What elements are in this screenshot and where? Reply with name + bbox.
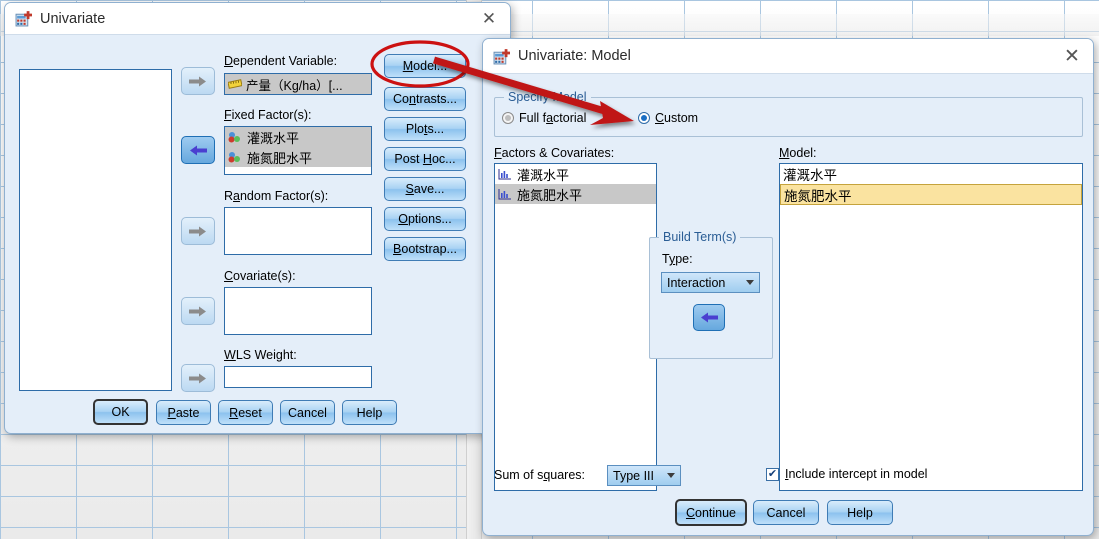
move-to-fixed-factors-button[interactable] bbox=[181, 136, 215, 164]
list-item[interactable]: 施氮肥水平 bbox=[780, 184, 1082, 205]
list-item-label: 施氮肥水平 bbox=[517, 185, 582, 204]
univariate-model-dialog: Univariate: Model ✕ Specify Model Full f… bbox=[482, 38, 1094, 536]
nominal-icon bbox=[228, 131, 242, 143]
list-item[interactable]: 施氮肥水平 bbox=[495, 184, 656, 204]
save-button[interactable]: Save... bbox=[384, 177, 466, 201]
fixed-factors-label: Fixed Factor(s): bbox=[224, 108, 312, 122]
build-terms-type-combo[interactable]: Interaction bbox=[661, 272, 760, 293]
list-item-label: 灌溉水平 bbox=[247, 128, 299, 147]
wls-weight-field[interactable] bbox=[224, 366, 372, 388]
spss-dialog-icon bbox=[493, 48, 510, 65]
scale-variable-icon bbox=[498, 168, 512, 180]
move-to-wls-weight-button[interactable] bbox=[181, 364, 215, 392]
build-terms-group: Build Term(s) Type: Interaction bbox=[649, 237, 773, 359]
contrasts-button[interactable]: Contrasts... bbox=[384, 87, 466, 111]
chevron-down-icon bbox=[746, 280, 754, 285]
specify-model-group: Specify Model Full factorial Custom bbox=[494, 97, 1083, 137]
radio-indicator bbox=[502, 112, 514, 124]
move-to-random-factors-button[interactable] bbox=[181, 217, 215, 245]
list-item-label: 灌溉水平 bbox=[783, 164, 837, 184]
model-list[interactable]: 灌溉水平 施氮肥水平 bbox=[779, 163, 1083, 491]
build-terms-type-value: Interaction bbox=[667, 276, 725, 290]
post-hoc-button[interactable]: Post Hoc... bbox=[384, 147, 466, 171]
full-factorial-radio[interactable]: Full factorial bbox=[502, 111, 586, 125]
reset-button[interactable]: Reset bbox=[218, 400, 273, 425]
plots-button[interactable]: Plots... bbox=[384, 117, 466, 141]
arrow-right-icon bbox=[189, 225, 207, 238]
univariate-title: Univariate bbox=[40, 11, 476, 27]
build-terms-group-label: Build Term(s) bbox=[659, 230, 740, 244]
help-button[interactable]: Help bbox=[342, 400, 397, 425]
covariates-list[interactable] bbox=[224, 287, 372, 335]
sum-of-squares-combo[interactable]: Type III bbox=[607, 465, 681, 486]
univariate-dialog: Univariate ✕ DDependent Variable:ependen… bbox=[4, 2, 511, 434]
list-item-label: 灌溉水平 bbox=[517, 165, 569, 184]
help-button-label: Help bbox=[357, 406, 383, 420]
move-to-covariates-button[interactable] bbox=[181, 297, 215, 325]
list-item[interactable]: 灌溉水平 bbox=[780, 164, 1082, 184]
sum-of-squares-label: Sum of squares: bbox=[494, 468, 585, 482]
close-icon[interactable]: ✕ bbox=[1059, 44, 1085, 68]
dependent-variable-field[interactable]: 产量（Kg/ha）[... bbox=[224, 73, 372, 95]
close-icon[interactable]: ✕ bbox=[476, 7, 502, 31]
checkbox-indicator: ✔ bbox=[766, 468, 779, 481]
model-dialog-title: Univariate: Model bbox=[518, 48, 1059, 64]
covariates-label: Covariate(s): bbox=[224, 269, 296, 283]
arrow-left-icon bbox=[700, 311, 718, 324]
sum-of-squares-value: Type III bbox=[613, 469, 654, 483]
univariate-titlebar[interactable]: Univariate ✕ bbox=[5, 3, 510, 35]
continue-button[interactable]: Continue bbox=[675, 499, 747, 526]
list-item-label: 施氮肥水平 bbox=[784, 185, 852, 205]
spss-dialog-icon bbox=[15, 10, 32, 27]
list-item[interactable]: 施氮肥水平 bbox=[225, 147, 371, 167]
radio-indicator bbox=[638, 112, 650, 124]
cancel-button[interactable]: Cancel bbox=[280, 400, 335, 425]
list-item[interactable]: 灌溉水平 bbox=[225, 127, 371, 147]
factors-covariates-label: Factors & Covariates: bbox=[494, 146, 614, 160]
dependent-variable-value-row: 产量（Kg/ha）[... bbox=[225, 74, 371, 94]
fixed-factors-list[interactable]: 灌溉水平 施氮肥水平 bbox=[224, 126, 372, 175]
include-intercept-checkbox[interactable]: ✔ Include intercept in model bbox=[766, 467, 927, 481]
nominal-icon bbox=[228, 151, 242, 163]
model-button[interactable]: Model... bbox=[384, 54, 466, 78]
bootstrap-button[interactable]: Bootstrap... bbox=[384, 237, 466, 261]
help-button[interactable]: Help bbox=[827, 500, 893, 525]
cancel-button[interactable]: Cancel bbox=[753, 500, 819, 525]
arrow-right-icon bbox=[189, 372, 207, 385]
include-intercept-label: Include intercept in model bbox=[785, 467, 927, 481]
scale-ruler-icon bbox=[228, 78, 242, 90]
source-variable-list[interactable] bbox=[19, 69, 172, 391]
random-factors-list[interactable] bbox=[224, 207, 372, 255]
cancel-button-label: Cancel bbox=[288, 406, 327, 420]
chevron-down-icon bbox=[667, 473, 675, 478]
model-titlebar[interactable]: Univariate: Model ✕ bbox=[483, 39, 1093, 74]
custom-label: Custom bbox=[655, 111, 698, 125]
model-list-label: Model: bbox=[779, 146, 817, 160]
wls-weight-label: WLS Weight: bbox=[224, 348, 297, 362]
move-to-dependent-button[interactable] bbox=[181, 67, 215, 95]
build-term-transfer-button[interactable] bbox=[693, 304, 725, 331]
random-factors-label: Random Factor(s): bbox=[224, 189, 328, 203]
ok-button-label: OK bbox=[111, 405, 129, 419]
list-item[interactable]: 灌溉水平 bbox=[495, 164, 656, 184]
arrow-left-icon bbox=[189, 144, 207, 157]
help-button-label: Help bbox=[847, 506, 873, 520]
specify-model-group-label: Specify Model bbox=[504, 90, 591, 104]
scale-variable-icon bbox=[498, 188, 512, 200]
custom-radio[interactable]: Custom bbox=[638, 111, 698, 125]
ok-button[interactable]: OK bbox=[93, 399, 148, 425]
cancel-button-label: Cancel bbox=[767, 506, 806, 520]
dependent-variable-label: DDependent Variable:ependent Variable: bbox=[224, 54, 337, 68]
arrow-right-icon bbox=[189, 305, 207, 318]
full-factorial-label: Full factorial bbox=[519, 111, 586, 125]
factors-covariates-list[interactable]: 灌溉水平 施氮肥水平 bbox=[494, 163, 657, 491]
dependent-variable-value: 产量（Kg/ha）[... bbox=[246, 75, 343, 94]
options-button[interactable]: Options... bbox=[384, 207, 466, 231]
list-item-label: 施氮肥水平 bbox=[247, 148, 312, 167]
arrow-right-icon bbox=[189, 75, 207, 88]
build-terms-type-label: Type: bbox=[662, 252, 693, 266]
paste-button[interactable]: Paste bbox=[156, 400, 211, 425]
